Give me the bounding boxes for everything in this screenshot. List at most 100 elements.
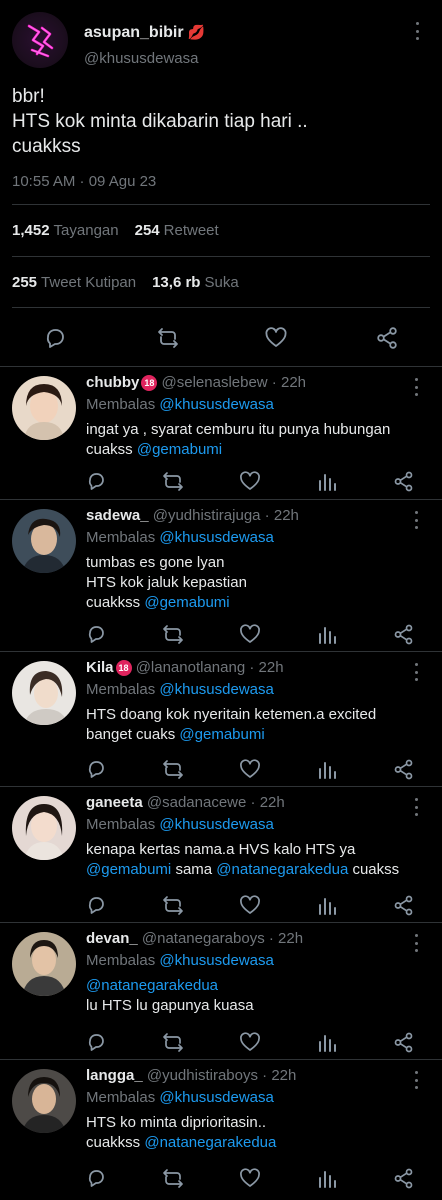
views-label: Tayangan (53, 222, 119, 239)
replying-to-handle[interactable]: @khususdewasa (159, 529, 273, 546)
heart-icon[interactable] (239, 1031, 263, 1055)
retweet-icon[interactable] (162, 1167, 186, 1191)
share-icon[interactable] (392, 1167, 416, 1191)
tweet-timestamp[interactable]: 10:55 AM · 09 Agu 23 (12, 173, 156, 190)
reply-time[interactable]: 22h (281, 374, 306, 391)
reply-author-handle[interactable]: @lananotlanang (136, 659, 245, 676)
reply-time[interactable]: 22h (260, 794, 285, 811)
mention-link[interactable]: @gemabumi (144, 594, 229, 611)
speech-bubble-icon[interactable] (86, 758, 110, 782)
likes-label[interactable]: Suka (204, 274, 238, 291)
bar-chart-icon[interactable] (316, 1167, 340, 1191)
author-name[interactable]: asupan_bibir 💋 (84, 24, 205, 42)
reply-tweet[interactable]: chubby 18 @selenaslebew · 22h Membalas @k… (0, 368, 442, 499)
reply-author-name[interactable]: langga_ (86, 1067, 143, 1084)
mention-link[interactable]: @gemabumi (86, 861, 171, 878)
bar-chart-icon[interactable] (316, 894, 340, 918)
more-vertical-icon[interactable] (413, 378, 419, 396)
reply-tweet[interactable]: ganeeta @sadanacewe · 22h Membalas @khus… (0, 788, 442, 922)
reply-author-name[interactable]: Kila (86, 659, 114, 676)
likes-count[interactable]: 13,6 rb (152, 274, 200, 291)
avatar[interactable] (12, 796, 76, 860)
reply-author-name[interactable]: devan_ (86, 930, 138, 947)
reply-author-name[interactable]: ganeeta (86, 794, 143, 811)
speech-bubble-icon[interactable] (86, 1167, 110, 1191)
heart-icon[interactable] (239, 623, 263, 647)
reply-action-bar (86, 894, 426, 918)
speech-bubble-icon[interactable] (43, 326, 67, 350)
bar-chart-icon[interactable] (316, 623, 340, 647)
share-icon[interactable] (392, 894, 416, 918)
retweet-icon[interactable] (162, 894, 186, 918)
reply-author-handle[interactable]: @yudhistiraboys (147, 1067, 258, 1084)
reply-tweet[interactable]: langga_ @yudhistiraboys · 22h Membalas @… (0, 1061, 442, 1200)
reply-time[interactable]: 22h (278, 930, 303, 947)
reply-tweet[interactable]: sadewa_ @yudhistirajuga · 22h Membalas @… (0, 501, 442, 651)
separator-dot: · (257, 1067, 272, 1084)
reply-author-handle[interactable]: @yudhistirajuga (153, 507, 261, 524)
more-vertical-icon[interactable] (413, 1071, 419, 1089)
retweet-icon[interactable] (162, 470, 186, 494)
mention-link[interactable]: @gemabumi (179, 726, 264, 743)
reply-author-handle[interactable]: @natanegaraboys (142, 930, 265, 947)
mention-link[interactable]: @natanegarakedua (216, 861, 348, 878)
reply-author-name[interactable]: sadewa_ (86, 507, 149, 524)
retweet-icon[interactable] (162, 623, 186, 647)
avatar[interactable] (12, 509, 76, 573)
mention-link[interactable]: @natanegarakedua (144, 1134, 276, 1151)
divider (12, 204, 430, 205)
mention-link[interactable]: @natanegarakedua (86, 977, 218, 994)
share-icon[interactable] (392, 623, 416, 647)
speech-bubble-icon[interactable] (86, 894, 110, 918)
replying-to-handle[interactable]: @khususdewasa (159, 681, 273, 698)
age-18-badge-icon: 18 (115, 660, 132, 676)
heart-icon[interactable] (239, 1167, 263, 1191)
speech-bubble-icon[interactable] (86, 623, 110, 647)
retweet-icon[interactable] (162, 758, 186, 782)
reply-time[interactable]: 22h (259, 659, 284, 676)
reply-author-handle[interactable]: @sadanacewe (147, 794, 246, 811)
replying-to-handle[interactable]: @khususdewasa (159, 1089, 273, 1106)
avatar[interactable] (12, 1069, 76, 1133)
bar-chart-icon[interactable] (316, 758, 340, 782)
replying-to-handle[interactable]: @khususdewasa (159, 952, 273, 969)
share-icon[interactable] (392, 758, 416, 782)
reply-action-bar (86, 623, 426, 647)
reply-tweet[interactable]: Kila 18 @lananotlanang · 22h Membalas @kh… (0, 653, 442, 786)
speech-bubble-icon[interactable] (86, 470, 110, 494)
bar-chart-icon[interactable] (316, 470, 340, 494)
speech-bubble-icon[interactable] (86, 1031, 110, 1055)
replying-to-handle[interactable]: @khususdewasa (159, 396, 273, 413)
avatar[interactable] (12, 376, 76, 440)
heart-icon[interactable] (239, 470, 263, 494)
reply-time[interactable]: 22h (274, 507, 299, 524)
quotes-label[interactable]: Tweet Kutipan (41, 274, 136, 291)
more-vertical-icon[interactable] (414, 22, 420, 40)
avatar[interactable] (12, 661, 76, 725)
share-icon[interactable] (375, 326, 399, 350)
reply-author-handle[interactable]: @selenaslebew (162, 374, 268, 391)
quotes-count[interactable]: 255 (12, 274, 37, 291)
reply-author-name[interactable]: chubby (86, 374, 139, 391)
reply-time[interactable]: 22h (271, 1067, 296, 1084)
avatar[interactable] (12, 932, 76, 996)
replying-to-handle[interactable]: @khususdewasa (159, 816, 273, 833)
heart-icon[interactable] (264, 326, 288, 350)
share-icon[interactable] (392, 470, 416, 494)
share-icon[interactable] (392, 1031, 416, 1055)
bar-chart-icon[interactable] (316, 1031, 340, 1055)
reply-tweet[interactable]: devan_ @natanegaraboys · 22h Membalas @k… (0, 924, 442, 1059)
avatar[interactable] (12, 12, 68, 68)
heart-icon[interactable] (239, 758, 263, 782)
heart-icon[interactable] (239, 894, 263, 918)
more-vertical-icon[interactable] (413, 663, 419, 681)
retweet-icon[interactable] (156, 326, 180, 350)
retweet-icon[interactable] (162, 1031, 186, 1055)
author-handle[interactable]: @khususdewasa (84, 50, 198, 67)
retweets-label[interactable]: Retweet (164, 222, 219, 239)
retweets-count[interactable]: 254 (135, 222, 160, 239)
more-vertical-icon[interactable] (413, 511, 419, 529)
more-vertical-icon[interactable] (413, 934, 419, 952)
more-vertical-icon[interactable] (413, 798, 419, 816)
mention-link[interactable]: @gemabumi (137, 441, 222, 458)
